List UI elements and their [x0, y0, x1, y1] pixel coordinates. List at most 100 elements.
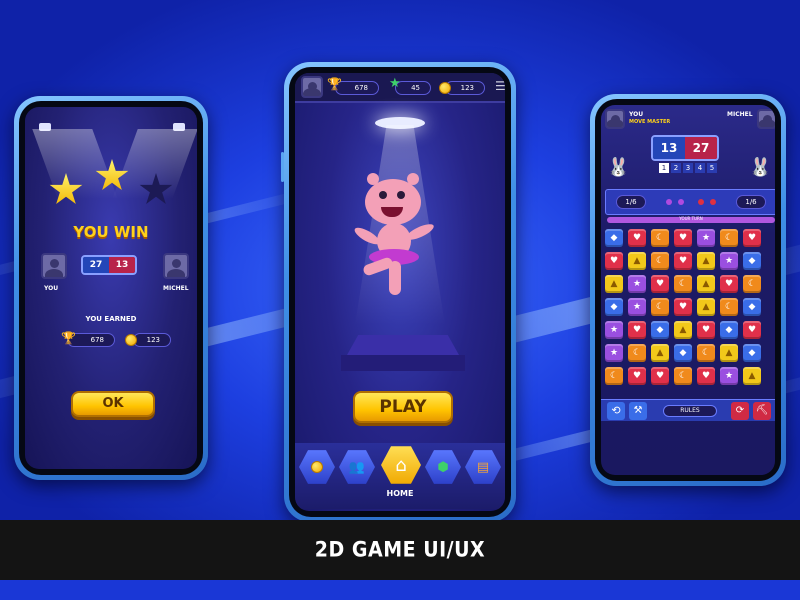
- bottom-strip: [0, 580, 800, 600]
- board-tile-red[interactable]: ♥: [720, 275, 738, 293]
- board-tile-purple[interactable]: ★: [605, 344, 623, 362]
- board-tile-orange[interactable]: ☾: [605, 367, 623, 385]
- board-tile-yellow[interactable]: ▲: [651, 344, 669, 362]
- turn-bar: YOUR TURN: [607, 216, 775, 223]
- trophy-count: 678: [354, 84, 368, 92]
- profile-avatar[interactable]: [301, 76, 323, 98]
- board-tile-yellow[interactable]: ▲: [743, 367, 761, 385]
- board-tile-orange[interactable]: ☾: [651, 252, 669, 270]
- nav-shop-button[interactable]: [299, 450, 335, 484]
- coin-icon: [439, 82, 451, 94]
- board-tile-yellow[interactable]: ▲: [605, 275, 623, 293]
- board-tile-red[interactable]: ♥: [697, 367, 715, 385]
- board-tile-orange[interactable]: ☾: [651, 298, 669, 316]
- board-tile-red[interactable]: ♥: [674, 298, 692, 316]
- pickaxe-icon: ⛏: [755, 405, 769, 416]
- board-tile-purple[interactable]: ★: [720, 252, 738, 270]
- board-tile-blue[interactable]: ◆: [743, 344, 761, 362]
- round-indicator: 1 2 3 4 5: [659, 163, 717, 173]
- board-tile-blue[interactable]: ◆: [720, 321, 738, 339]
- board-tile-orange[interactable]: ☾: [674, 275, 692, 293]
- board-tile-blue[interactable]: ◆: [605, 229, 623, 247]
- board-tile-blue[interactable]: ◆: [605, 298, 623, 316]
- phone-side-button: [281, 152, 284, 182]
- player-score: 27: [83, 257, 109, 273]
- menu-icon[interactable]: ☰: [495, 79, 505, 93]
- opponent-name: MICHEL: [163, 285, 189, 292]
- board-tile-orange[interactable]: ☾: [651, 229, 669, 247]
- home-screen: 678 🏆 45 ★ 123 ☰ PLAY 👥 ⌂ ⬢ ▤ HOME: [295, 73, 505, 511]
- play-button[interactable]: PLAY: [353, 391, 453, 423]
- board-tile-orange[interactable]: ☾: [720, 298, 738, 316]
- hippo-head: [365, 179, 421, 225]
- board-tile-yellow[interactable]: ▲: [697, 252, 715, 270]
- opponent-score: 27: [685, 137, 717, 159]
- board-tile-purple[interactable]: ★: [628, 275, 646, 293]
- board-tile-red[interactable]: ♥: [605, 252, 623, 270]
- player-avatar: [41, 253, 67, 279]
- board-tile-blue[interactable]: ◆: [743, 298, 761, 316]
- final-score: 27 13: [81, 255, 137, 275]
- board-tile-red[interactable]: ♥: [674, 252, 692, 270]
- board-tile-yellow[interactable]: ▲: [628, 252, 646, 270]
- game-board[interactable]: ◆ ♥ ☾ ♥ ★ ☾ ♥ ♥ ▲ ☾ ♥ ▲ ★ ◆ ▲ ★ ♥ ☾ ▲ ♥ ☾ ◆ ★ ☾ ♥ ▲ ☾ ◆ ★ ♥ ◆ ▲ ♥ ◆ ♥ ★ ☾ ▲ ◆ ☾…: [605, 229, 761, 385]
- powerup-dot: [698, 199, 704, 205]
- board-tile-red[interactable]: ♥: [628, 229, 646, 247]
- hammer-button[interactable]: ⚒: [629, 402, 647, 420]
- board-tile-yellow[interactable]: ▲: [697, 298, 715, 316]
- board-tile-blue[interactable]: ◆: [674, 344, 692, 362]
- round-3: 3: [683, 163, 693, 173]
- board-tile-red[interactable]: ♥: [651, 275, 669, 293]
- pickaxe-button[interactable]: ⛏: [753, 402, 771, 420]
- opponent-name: MICHEL: [727, 111, 753, 118]
- board-tile-red[interactable]: ♥: [628, 367, 646, 385]
- board-tile-purple[interactable]: ★: [628, 298, 646, 316]
- board-tile-blue[interactable]: ◆: [651, 321, 669, 339]
- pickaxe-icon: ⚒: [633, 405, 643, 416]
- board-tile-red[interactable]: ♥: [651, 367, 669, 385]
- hippo-ear: [407, 173, 419, 185]
- board-tile-yellow[interactable]: ▲: [697, 275, 715, 293]
- player-name: YOU: [629, 111, 644, 118]
- match-score: 13 27: [651, 135, 719, 161]
- coin-reward: 123: [133, 333, 171, 347]
- board-tile-purple[interactable]: ★: [697, 229, 715, 247]
- star-icon: ★: [389, 76, 401, 91]
- refresh-button[interactable]: ⟲: [607, 402, 625, 420]
- hippo-arm: [404, 221, 436, 243]
- board-tile-red[interactable]: ♥: [628, 321, 646, 339]
- rules-button[interactable]: RULES: [663, 405, 717, 417]
- board-tile-yellow[interactable]: ▲: [674, 321, 692, 339]
- phone-match-screen: YOU MOVE MASTER MICHEL 13 27 1 2 3 4 5 🐰…: [590, 94, 786, 486]
- board-tile-orange[interactable]: ☾: [743, 275, 761, 293]
- phone-bezel: YOU WIN 27 13 YOU MICHEL YOU EARNED 678 …: [19, 101, 203, 475]
- phone-home-screen: 678 🏆 45 ★ 123 ☰ PLAY 👥 ⌂ ⬢ ▤ HOME: [281, 62, 516, 522]
- player-avatar: [605, 109, 625, 129]
- swap-icon: ⟳: [735, 405, 745, 416]
- board-tile-orange[interactable]: ☾: [628, 344, 646, 362]
- board-tile-orange[interactable]: ☾: [697, 344, 715, 362]
- nav-badge-button[interactable]: ⬢: [425, 450, 461, 484]
- nav-book-button[interactable]: ▤: [465, 450, 501, 484]
- board-tile-blue[interactable]: ◆: [743, 252, 761, 270]
- earned-label: YOU EARNED: [85, 315, 137, 323]
- ok-button[interactable]: OK: [71, 391, 155, 417]
- board-tile-red[interactable]: ♥: [743, 321, 761, 339]
- nav-home-button[interactable]: ⌂: [381, 446, 421, 484]
- board-tile-red[interactable]: ♥: [674, 229, 692, 247]
- round-1: 1: [659, 163, 669, 173]
- board-tile-orange[interactable]: ☾: [720, 229, 738, 247]
- player-title: MOVE MASTER: [629, 119, 671, 125]
- board-tile-red[interactable]: ♥: [743, 229, 761, 247]
- swap-button[interactable]: ⟳: [731, 402, 749, 420]
- board-tile-orange[interactable]: ☾: [674, 367, 692, 385]
- nav-home-label: HOME: [386, 489, 414, 498]
- nav-friends-button[interactable]: 👥: [339, 450, 375, 484]
- coins-icon: [311, 461, 323, 473]
- board-tile-red[interactable]: ♥: [697, 321, 715, 339]
- board-tile-yellow[interactable]: ▲: [720, 344, 738, 362]
- board-tile-purple[interactable]: ★: [720, 367, 738, 385]
- board-tile-purple[interactable]: ★: [605, 321, 623, 339]
- friends-icon: 👥: [348, 459, 366, 475]
- powerup-dot: [666, 199, 672, 205]
